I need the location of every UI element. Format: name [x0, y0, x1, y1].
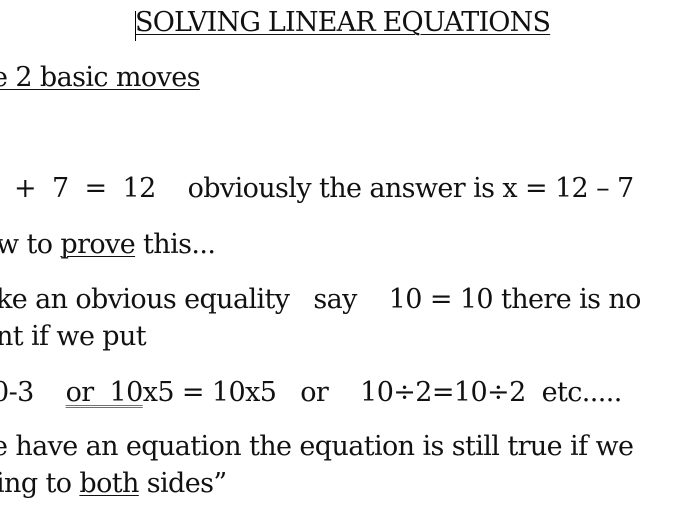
- equation-true-line: e have an equation the equation is still…: [0, 431, 634, 462]
- prove-line-post: this...: [135, 229, 216, 260]
- both-sides-pre: ing to: [0, 468, 80, 499]
- if-we-put-line: nt if we put: [0, 321, 147, 352]
- grammar-flagged-text[interactable]: or 10: [66, 377, 144, 408]
- document-title: SOLVING LINEAR EQUATIONS: [135, 7, 551, 38]
- both-underlined-word: both: [79, 468, 139, 499]
- examples-pre: 0-3: [0, 377, 34, 408]
- prove-underlined-word: prove: [60, 229, 136, 260]
- both-sides-post: sides”: [138, 468, 227, 499]
- subheading-basic-moves: e 2 basic moves: [0, 62, 200, 93]
- both-sides-line: ing to both sides”: [0, 468, 227, 500]
- prove-line-pre: w to: [0, 229, 61, 260]
- prove-line: w to prove this...: [0, 229, 216, 261]
- document-page[interactable]: SOLVING LINEAR EQUATIONS e 2 basic moves…: [0, 0, 700, 525]
- equality-examples-line: 0-3 or 10x5 = 10x5 or 10÷2=10÷2 etc.....: [0, 377, 622, 409]
- obvious-equality-line: ke an obvious equality say 10 = 10 there…: [0, 284, 641, 315]
- examples-post: x5 = 10x5 or 10÷2=10÷2 etc.....: [142, 377, 623, 408]
- equation-example-line: + 7 = 12 obviously the answer is x = 12 …: [0, 173, 634, 204]
